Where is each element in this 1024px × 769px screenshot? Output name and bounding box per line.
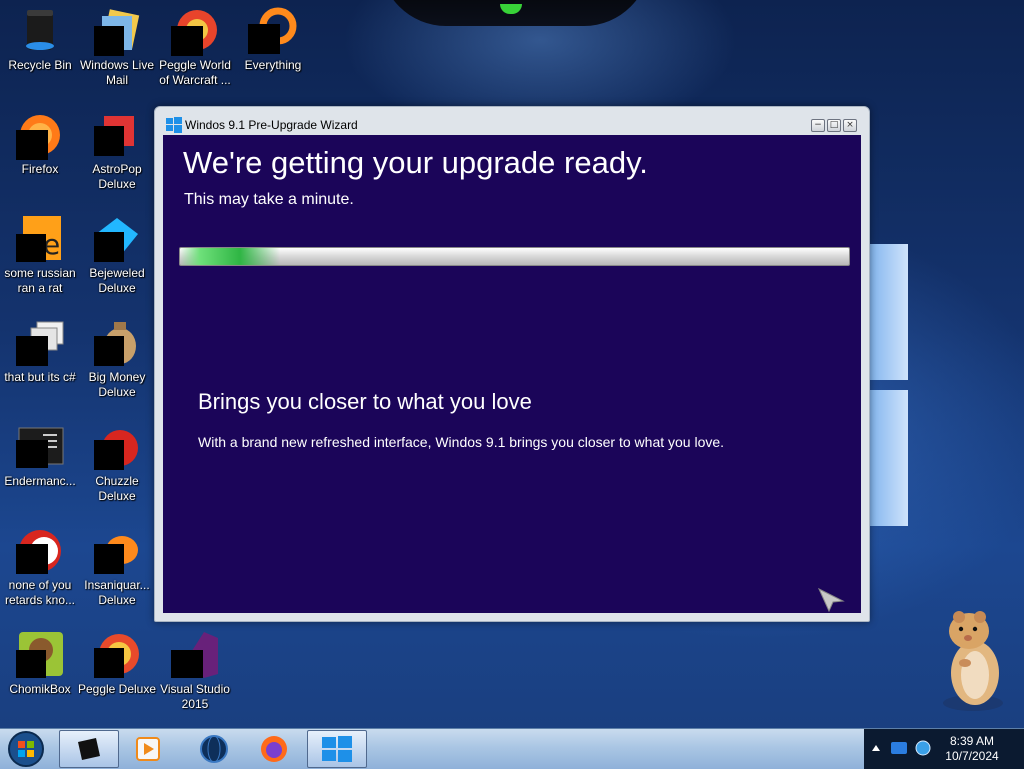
media-player-icon [136, 737, 160, 761]
desktop-icon-label: Visual Studio 2015 [160, 682, 230, 711]
page-subtitle: This may take a minute. [184, 191, 354, 208]
wizard-content: We're getting your upgrade ready. This m… [163, 135, 861, 613]
taskbar-item-firefox[interactable] [245, 730, 303, 766]
page-title: We're getting your upgrade ready. [183, 145, 648, 180]
taskbar-item-globe-app[interactable] [185, 730, 243, 766]
desktop: Recycle Bin Firefox e some russian ran a… [0, 0, 1024, 728]
desktop-icon-label: Insaniquar... Deluxe [84, 578, 150, 607]
desktop-icon-label: Peggle Deluxe [77, 682, 157, 696]
promo-body: With a brand new refreshed interface, Wi… [198, 434, 725, 450]
minimize-button[interactable]: − [811, 119, 825, 132]
maximize-icon: □ [829, 120, 839, 130]
desktop-icon-label: Firefox [21, 162, 59, 176]
minimize-icon: − [814, 120, 822, 130]
desktop-icon-label: Chuzzle Deluxe [95, 474, 139, 503]
desktop-icon-label: Big Money Deluxe [88, 370, 146, 399]
upgrade-wizard-window[interactable]: Windos 9.1 Pre-Upgrade Wizard − □ × We'r… [154, 106, 870, 622]
show-hidden-icons-icon[interactable] [870, 741, 882, 755]
desktop-icon-label: Everything [244, 58, 302, 72]
hamster-image [943, 611, 1003, 711]
terminal-app-icon [78, 738, 100, 760]
action-center-icon[interactable] [890, 740, 908, 756]
wallpaper-logo-fragment [868, 244, 908, 526]
desktop-icon-label: Endermanc... [4, 474, 76, 488]
progress-bar [179, 247, 850, 266]
desktop-icon-label: Peggle World of Warcraft ... [159, 58, 231, 87]
desktop-icon-label: none of you retards kno... [4, 578, 76, 607]
start-orb-icon[interactable] [6, 730, 46, 768]
taskbar-item-terminal-app[interactable] [59, 730, 119, 768]
desktop-icon-label: that but its c# [4, 370, 76, 384]
desktop-icon-label: AstroPop Deluxe [92, 162, 142, 191]
firefox-icon [261, 736, 287, 762]
desktop-icon-label: some russian ran a rat [4, 266, 76, 295]
clock[interactable]: 8:39 AM 10/7/2024 [930, 734, 1014, 764]
cursor-arrow-icon [817, 587, 845, 613]
taskbar-item-upgrade-wizard[interactable] [307, 730, 367, 768]
top-notch-decoration [380, 0, 650, 26]
clock-date: 10/7/2024 [945, 749, 999, 763]
recycle-bin-icon [26, 10, 54, 50]
windows-logo-icon [166, 117, 182, 133]
windows-logo-icon [322, 736, 352, 762]
taskbar: 8:39 AM 10/7/2024 [0, 728, 1024, 769]
desktop-icon-label: ChomikBox [9, 682, 71, 696]
desktop-icon-label: Windows Live Mail [79, 58, 155, 87]
progress-bar-fill [180, 248, 281, 265]
close-icon: × [846, 120, 854, 130]
desktop-icon-label: Recycle Bin [8, 58, 72, 72]
maximize-button[interactable]: □ [827, 119, 841, 132]
globe-icon [200, 735, 228, 763]
clock-time: 8:39 AM [949, 734, 995, 748]
taskbar-item-media-player[interactable] [119, 730, 177, 766]
promo-title: Brings you closer to what you love [198, 389, 532, 414]
desktop-icon-label: Bejeweled Deluxe [89, 266, 145, 295]
window-title: Windos 9.1 Pre-Upgrade Wizard [185, 118, 358, 132]
close-button[interactable]: × [843, 119, 857, 132]
window-titlebar[interactable]: Windos 9.1 Pre-Upgrade Wizard − □ × [155, 107, 869, 135]
